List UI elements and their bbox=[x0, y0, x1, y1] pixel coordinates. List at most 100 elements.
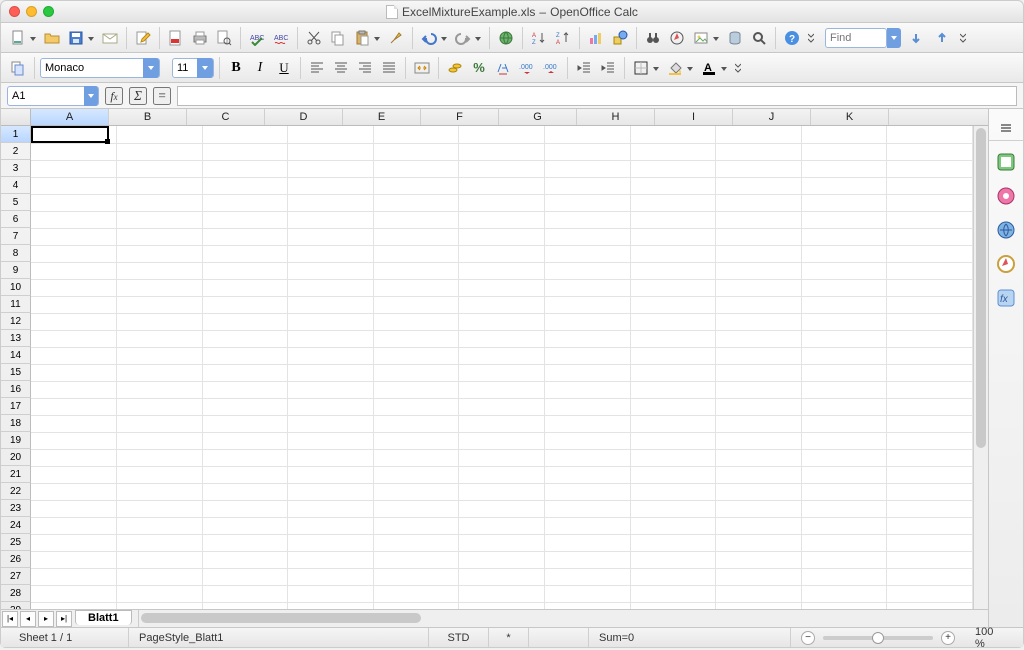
chevron-down-icon[interactable] bbox=[373, 33, 381, 45]
cell[interactable] bbox=[31, 143, 117, 160]
cell[interactable] bbox=[202, 602, 288, 609]
cell[interactable] bbox=[202, 466, 288, 483]
chevron-down-icon[interactable] bbox=[84, 86, 98, 106]
row-header[interactable]: 29 bbox=[1, 602, 31, 609]
gallery-button[interactable] bbox=[690, 27, 712, 49]
cell[interactable] bbox=[716, 483, 802, 500]
maximize-window-button[interactable] bbox=[43, 6, 54, 17]
row-header[interactable]: 14 bbox=[1, 347, 31, 364]
cell[interactable] bbox=[544, 296, 630, 313]
cell[interactable] bbox=[716, 466, 802, 483]
cell[interactable] bbox=[288, 211, 374, 228]
cell[interactable] bbox=[373, 245, 459, 262]
cell[interactable] bbox=[716, 364, 802, 381]
cell[interactable] bbox=[117, 296, 203, 313]
cell[interactable] bbox=[801, 211, 887, 228]
sort-desc-button[interactable]: ZA bbox=[552, 27, 574, 49]
cell[interactable] bbox=[716, 160, 802, 177]
cell[interactable] bbox=[630, 483, 716, 500]
cell[interactable] bbox=[887, 483, 973, 500]
cell[interactable] bbox=[459, 534, 545, 551]
cell[interactable] bbox=[117, 228, 203, 245]
cell[interactable] bbox=[544, 313, 630, 330]
cell[interactable] bbox=[117, 415, 203, 432]
cell[interactable] bbox=[117, 211, 203, 228]
cell[interactable] bbox=[459, 432, 545, 449]
standard-format-button[interactable] bbox=[492, 57, 514, 79]
formula-input[interactable] bbox=[177, 86, 1017, 106]
cell[interactable] bbox=[117, 194, 203, 211]
cell[interactable] bbox=[288, 415, 374, 432]
row-header[interactable]: 2 bbox=[1, 143, 31, 160]
cell[interactable] bbox=[31, 483, 117, 500]
status-pagestyle[interactable]: PageStyle_Blatt1 bbox=[129, 628, 429, 647]
cell[interactable] bbox=[202, 126, 288, 143]
cell[interactable] bbox=[117, 551, 203, 568]
row-header[interactable]: 5 bbox=[1, 194, 31, 211]
cell[interactable] bbox=[117, 245, 203, 262]
cell[interactable] bbox=[373, 211, 459, 228]
horizontal-scrollbar[interactable] bbox=[138, 610, 988, 627]
cell[interactable] bbox=[202, 211, 288, 228]
cell[interactable] bbox=[544, 432, 630, 449]
cell[interactable] bbox=[117, 432, 203, 449]
cell[interactable] bbox=[459, 160, 545, 177]
italic-button[interactable]: I bbox=[249, 57, 271, 79]
cell[interactable] bbox=[373, 381, 459, 398]
help-button[interactable]: ? bbox=[781, 27, 803, 49]
column-header[interactable]: A bbox=[31, 109, 109, 125]
cell[interactable] bbox=[887, 347, 973, 364]
chevron-down-icon[interactable] bbox=[474, 33, 482, 45]
status-insert-mode[interactable]: STD bbox=[429, 628, 489, 647]
cell[interactable] bbox=[801, 517, 887, 534]
cell[interactable] bbox=[288, 143, 374, 160]
cell[interactable] bbox=[373, 313, 459, 330]
background-color-button[interactable] bbox=[664, 57, 686, 79]
cell[interactable] bbox=[801, 245, 887, 262]
cell[interactable] bbox=[630, 602, 716, 609]
cell[interactable] bbox=[459, 568, 545, 585]
last-sheet-button[interactable]: ▸| bbox=[56, 611, 72, 627]
cell[interactable] bbox=[801, 347, 887, 364]
row-header[interactable]: 15 bbox=[1, 364, 31, 381]
delete-decimal-button[interactable]: .000 bbox=[540, 57, 562, 79]
cell[interactable] bbox=[887, 415, 973, 432]
cell[interactable] bbox=[117, 160, 203, 177]
cell[interactable] bbox=[716, 449, 802, 466]
cell[interactable] bbox=[117, 330, 203, 347]
row-headers[interactable]: 1234567891011121314151617181920212223242… bbox=[1, 126, 31, 609]
cell[interactable] bbox=[630, 551, 716, 568]
cell[interactable] bbox=[630, 228, 716, 245]
cell[interactable] bbox=[801, 568, 887, 585]
cell[interactable] bbox=[544, 534, 630, 551]
cell[interactable] bbox=[117, 177, 203, 194]
cell[interactable] bbox=[459, 381, 545, 398]
row-header[interactable]: 19 bbox=[1, 432, 31, 449]
cell[interactable] bbox=[887, 177, 973, 194]
cell[interactable] bbox=[288, 245, 374, 262]
column-header[interactable]: I bbox=[655, 109, 733, 125]
zoom-in-button[interactable]: + bbox=[941, 631, 955, 645]
chevron-down-icon[interactable] bbox=[720, 63, 728, 75]
cell[interactable] bbox=[544, 126, 630, 143]
cell[interactable] bbox=[544, 347, 630, 364]
cell[interactable] bbox=[544, 330, 630, 347]
cell[interactable] bbox=[288, 432, 374, 449]
find-replace-button[interactable] bbox=[642, 27, 664, 49]
toolbar-overflow-button[interactable] bbox=[805, 27, 817, 49]
cell[interactable] bbox=[459, 483, 545, 500]
cell[interactable] bbox=[373, 177, 459, 194]
cell[interactable] bbox=[630, 585, 716, 602]
cell[interactable] bbox=[31, 415, 117, 432]
cell[interactable] bbox=[887, 313, 973, 330]
cell[interactable] bbox=[202, 364, 288, 381]
zoom-out-button[interactable]: − bbox=[801, 631, 815, 645]
cell[interactable] bbox=[31, 126, 117, 143]
cell[interactable] bbox=[459, 602, 545, 609]
cell[interactable] bbox=[373, 415, 459, 432]
cell[interactable] bbox=[887, 466, 973, 483]
cell[interactable] bbox=[887, 398, 973, 415]
row-header[interactable]: 26 bbox=[1, 551, 31, 568]
spellcheck-button[interactable]: ABC bbox=[246, 27, 268, 49]
sidebar-styles-button[interactable] bbox=[993, 183, 1019, 209]
